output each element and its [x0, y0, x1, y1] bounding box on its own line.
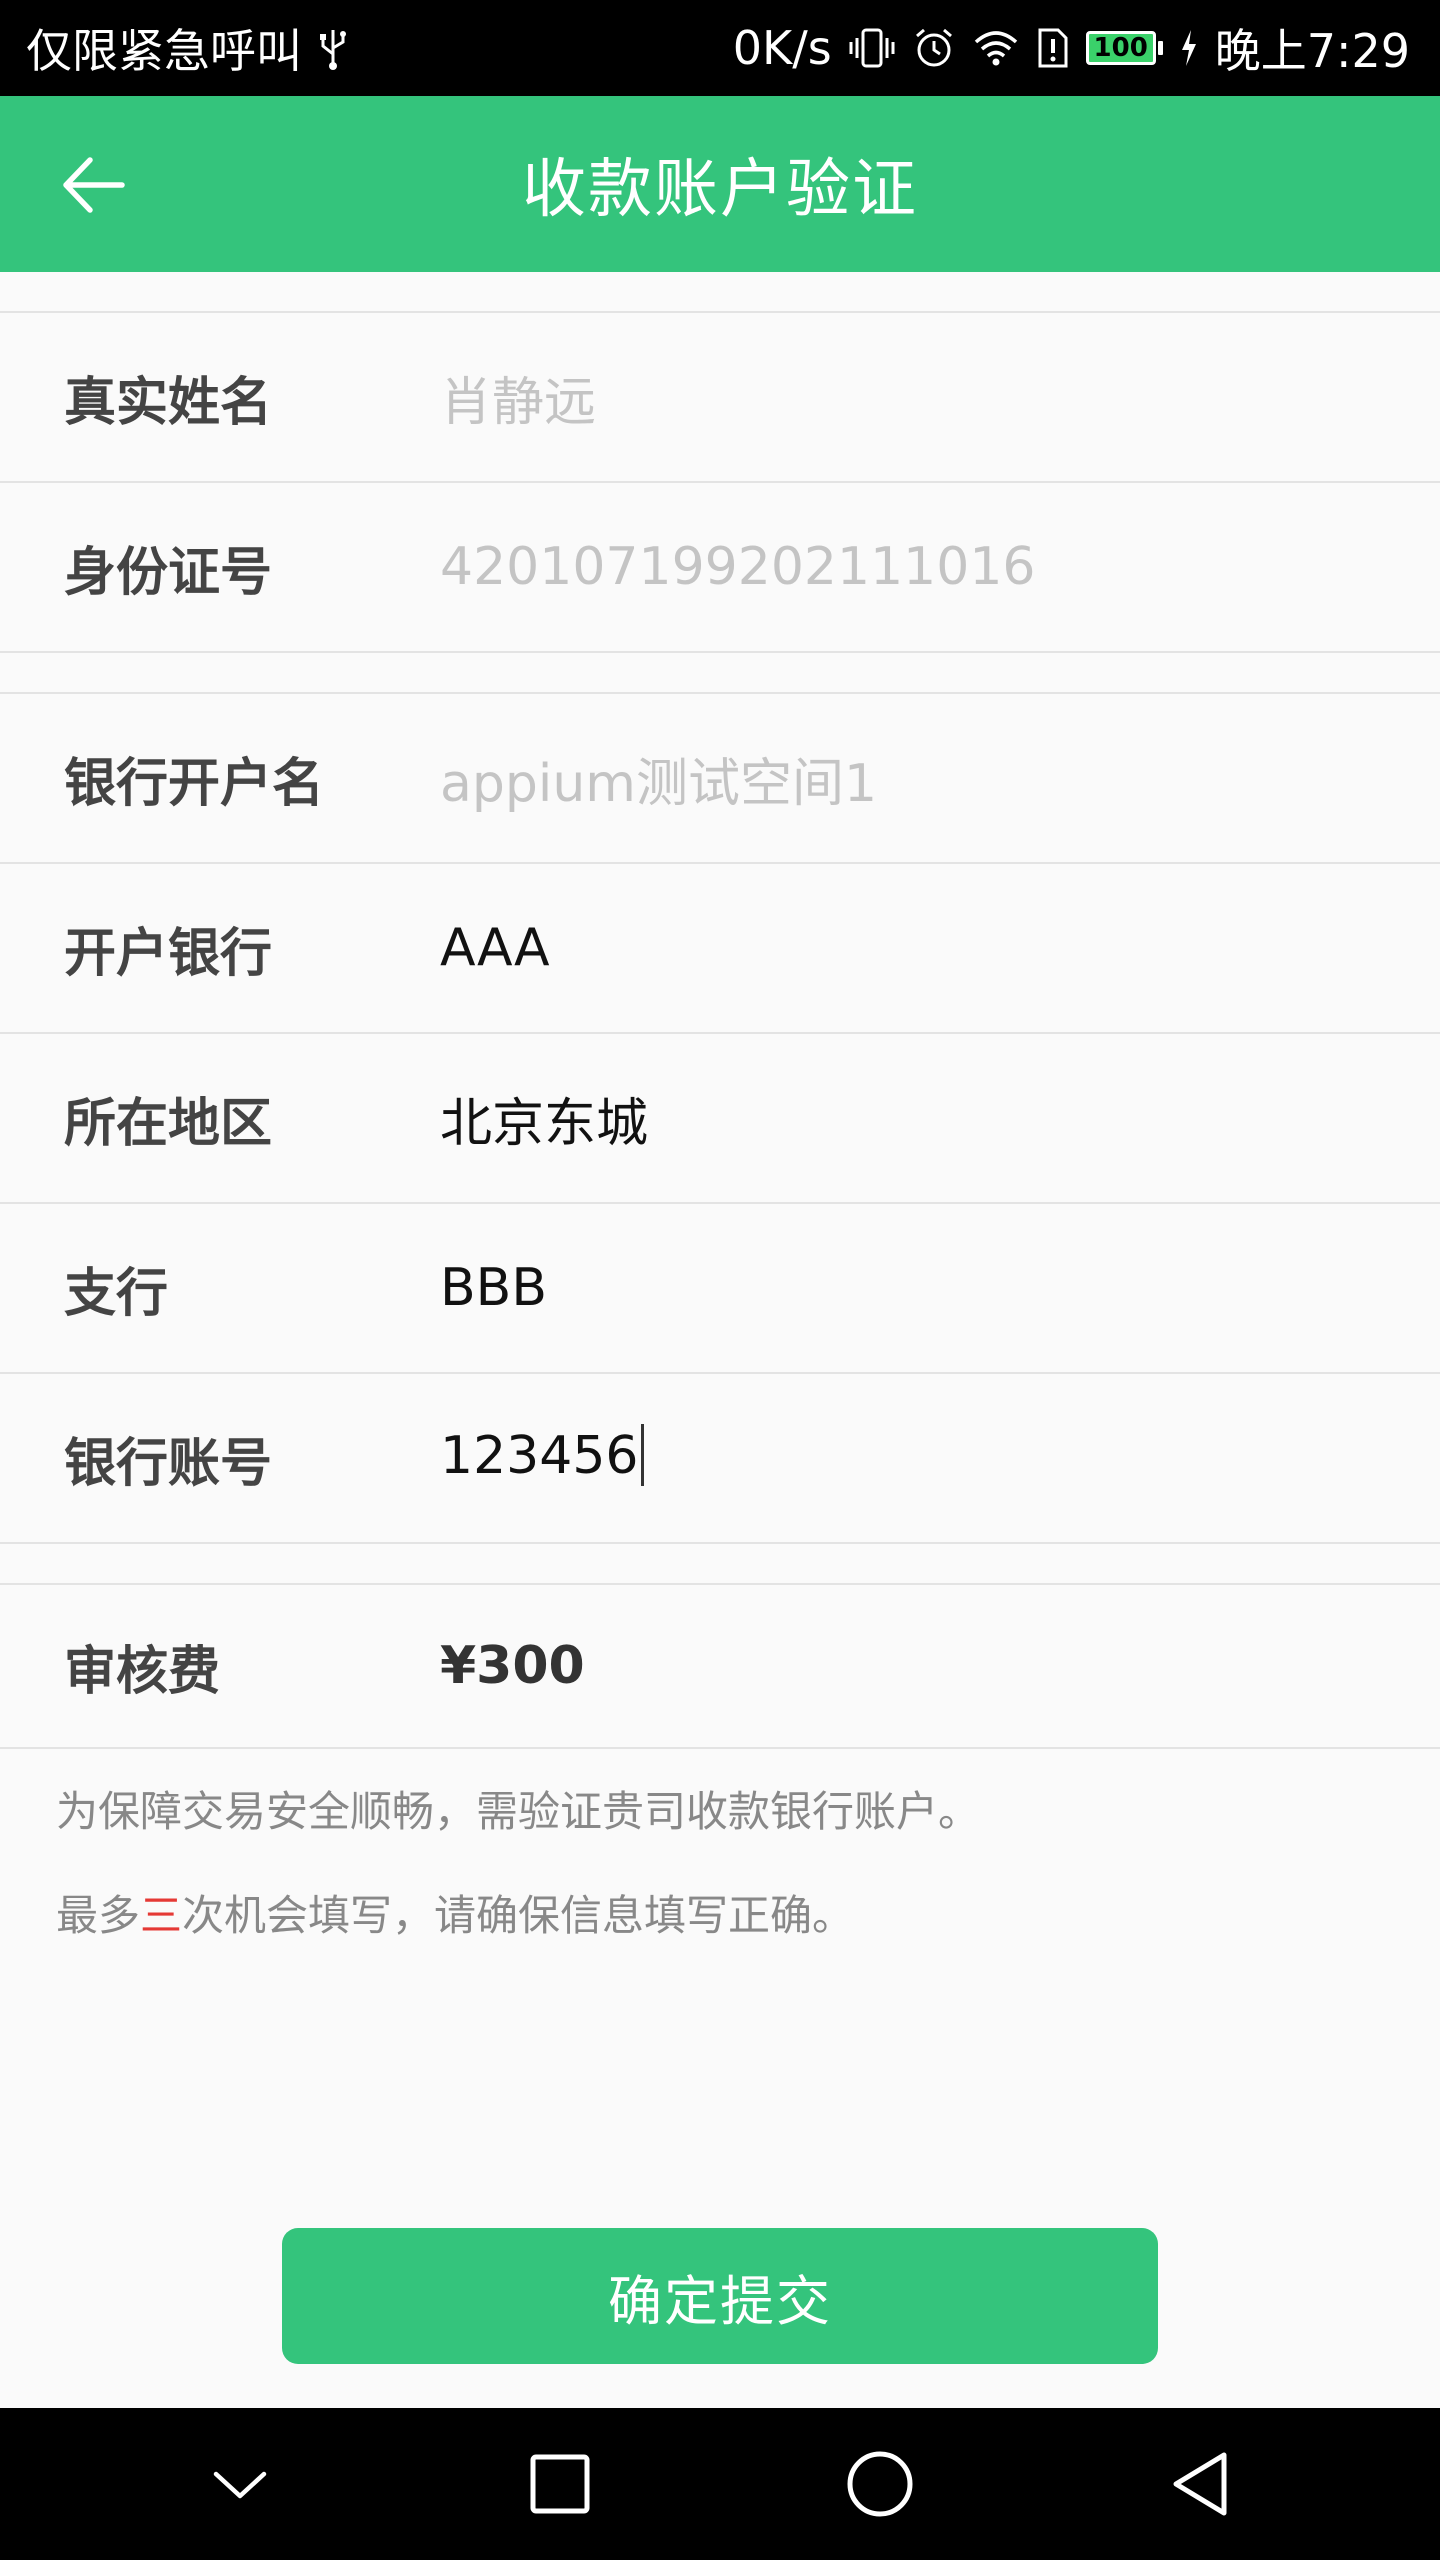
account-name-value: appium测试空间1 — [440, 753, 878, 814]
notice-line-2: 最多三次机会填写，请确保信息填写正确。 — [56, 1864, 1396, 1968]
clock-time: 晚上7:29 — [1214, 24, 1410, 78]
status-bar-left: 仅限紧急呼叫 — [26, 15, 350, 81]
branch-row[interactable]: 支行 BBB — [0, 1204, 1440, 1374]
text-cursor — [640, 1424, 644, 1486]
sim-alert-icon — [1036, 26, 1070, 70]
bank-row[interactable]: 开户银行 AAA — [0, 864, 1440, 1034]
page-title: 收款账户验证 — [522, 153, 918, 227]
fee-section: 审核费 ¥300 — [0, 1583, 1440, 1749]
real-name-value: 肖静远 — [440, 372, 597, 433]
branch-label: 支行 — [64, 1263, 169, 1324]
notice-attempts-highlight: 三 — [140, 1891, 183, 1940]
status-bar-right: 0K/s 100 晚上7:29 — [733, 15, 1410, 81]
nav-home-button[interactable] — [820, 2424, 940, 2544]
region-selector[interactable]: 北京东城 — [440, 1081, 648, 1156]
branch-input[interactable]: BBB — [440, 1258, 547, 1318]
alarm-icon — [912, 26, 956, 70]
id-number-row: 身份证号 420107199202111016 — [0, 483, 1440, 653]
account-name-label: 银行开户名 — [64, 753, 325, 814]
account-number-row[interactable]: 银行账号 123456 — [0, 1374, 1440, 1544]
region-row[interactable]: 所在地区 北京东城 — [0, 1034, 1440, 1204]
arrow-left-icon — [63, 157, 125, 213]
nav-recents-button[interactable] — [500, 2424, 620, 2544]
account-number-input[interactable]: 123456 — [440, 1424, 644, 1490]
chevron-down-icon — [213, 2471, 267, 2499]
nav-collapse-button[interactable] — [180, 2424, 300, 2544]
bank-input[interactable]: AAA — [440, 918, 550, 978]
region-label: 所在地区 — [64, 1093, 273, 1154]
square-icon — [530, 2454, 590, 2514]
circle-icon — [847, 2451, 913, 2517]
bank-label: 开户银行 — [64, 923, 273, 984]
vibrate-icon — [848, 26, 896, 70]
real-name-row: 真实姓名 肖静远 — [0, 313, 1440, 483]
triangle-back-icon — [1173, 2452, 1227, 2516]
battery-tip — [1157, 41, 1163, 55]
notice-line-2-suffix: 次机会填写，请确保信息填写正确。 — [182, 1891, 855, 1940]
notice-line-1: 为保障交易安全顺畅，需验证贵司收款银行账户。 — [56, 1787, 981, 1836]
account-number-text: 123456 — [440, 1426, 639, 1486]
battery-icon: 100 — [1085, 31, 1163, 65]
usb-icon — [316, 26, 350, 70]
identity-section: 真实姓名 肖静远 身份证号 420107199202111016 — [0, 311, 1440, 653]
notice-line-2-prefix: 最多 — [56, 1891, 141, 1940]
account-number-label: 银行账号 — [64, 1433, 273, 1494]
back-button[interactable] — [48, 140, 138, 230]
charging-icon — [1179, 28, 1199, 68]
id-number-value: 420107199202111016 — [440, 537, 1036, 597]
wifi-icon — [972, 28, 1020, 68]
network-speed: 0K/s — [732, 21, 832, 75]
id-number-label: 身份证号 — [64, 542, 273, 603]
notice-text: 为保障交易安全顺畅，需验证贵司收款银行账户。 最多三次机会填写，请确保信息填写正… — [56, 1760, 1396, 1968]
nav-back-button[interactable] — [1140, 2424, 1260, 2544]
carrier-text: 仅限紧急呼叫 — [26, 24, 302, 78]
fee-label: 审核费 — [64, 1641, 221, 1702]
status-bar: 仅限紧急呼叫 0K/s 100 晚上7:29 — [0, 0, 1440, 96]
app-header: 收款账户验证 — [0, 96, 1440, 272]
fee-value: ¥300 — [440, 1636, 585, 1696]
system-nav-bar — [0, 2408, 1440, 2560]
fee-row: 审核费 ¥300 — [0, 1585, 1440, 1749]
real-name-label: 真实姓名 — [64, 372, 273, 433]
account-name-row: 银行开户名 appium测试空间1 — [0, 694, 1440, 864]
battery-level: 100 — [1085, 31, 1156, 65]
submit-button[interactable]: 确定提交 — [282, 2228, 1158, 2364]
bank-section: 银行开户名 appium测试空间1 开户银行 AAA 所在地区 北京东城 支行 … — [0, 692, 1440, 1544]
